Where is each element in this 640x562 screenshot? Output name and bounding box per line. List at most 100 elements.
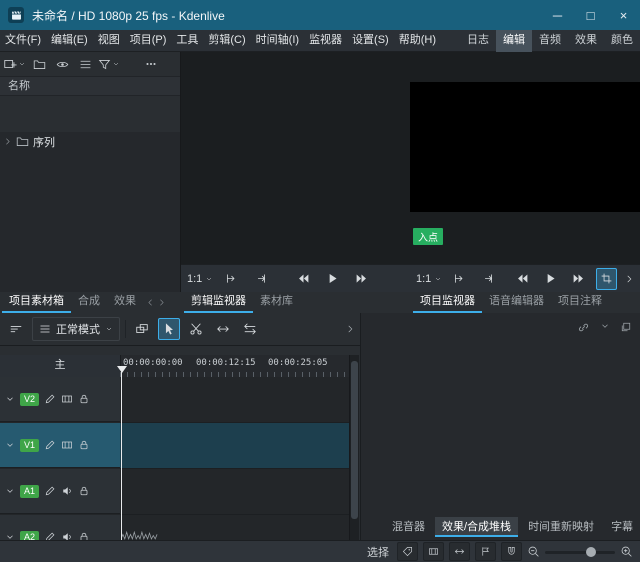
tab-project-monitor[interactable]: 项目监视器	[413, 292, 482, 313]
playhead-marker[interactable]	[117, 366, 127, 373]
toolbar-overflow-button[interactable]	[345, 323, 355, 335]
timeline-zoom-slider[interactable]	[545, 545, 615, 559]
play-button[interactable]	[321, 268, 343, 290]
menu-edit[interactable]: 编辑(E)	[46, 30, 93, 51]
video-thumbnails-icon[interactable]	[61, 393, 73, 405]
workspace-audio[interactable]: 音频	[532, 30, 568, 52]
track-badge[interactable]: V2	[20, 392, 39, 406]
mark-in-button[interactable]	[220, 268, 242, 290]
scroll-left-icon[interactable]	[146, 298, 155, 307]
edit-track-icon[interactable]	[44, 485, 56, 497]
monitor-toolbar-overflow[interactable]	[624, 273, 634, 285]
track-badge[interactable]: A2	[20, 530, 39, 540]
edit-track-icon[interactable]	[44, 439, 56, 451]
timeline-vertical-scrollbar[interactable]	[349, 355, 359, 540]
forward-button[interactable]	[568, 268, 589, 290]
tab-clip-monitor[interactable]: 剪辑监视器	[184, 292, 253, 313]
collapse-chevron-icon[interactable]	[5, 440, 15, 450]
track-lane-v1[interactable]	[120, 423, 349, 469]
show-thumbnails-button[interactable]	[423, 542, 444, 561]
mark-out-button[interactable]	[249, 268, 271, 290]
tab-project-bin[interactable]: 项目素材箱	[2, 292, 71, 313]
collapse-chevron-icon[interactable]	[5, 394, 15, 404]
track-header-v2[interactable]: V2	[0, 377, 120, 422]
tab-project-notes[interactable]: 项目注释	[551, 292, 609, 313]
edit-track-icon[interactable]	[44, 531, 56, 540]
selection-tool-button[interactable]	[158, 318, 180, 340]
track-header-a2[interactable]: A2	[0, 515, 120, 540]
tab-compositions[interactable]: 合成	[71, 292, 107, 313]
video-thumbnails-icon[interactable]	[61, 439, 73, 451]
collapse-chevron-icon[interactable]	[5, 532, 15, 540]
menu-clip[interactable]: 剪辑(C)	[203, 30, 250, 51]
collapse-chevron-icon[interactable]	[5, 486, 15, 496]
slider-thumb[interactable]	[585, 546, 596, 557]
track-lane-a1[interactable]	[120, 469, 349, 515]
workspace-logging[interactable]: 日志	[460, 30, 496, 52]
rewind-button[interactable]	[292, 268, 314, 290]
zoom-out-button[interactable]	[527, 545, 540, 558]
scrollbar-thumb[interactable]	[351, 361, 358, 519]
chevron-down-icon[interactable]	[600, 321, 610, 331]
project-monitor-zoom-select[interactable]: 1:1	[416, 273, 442, 285]
scroll-follow-button[interactable]	[449, 542, 470, 561]
track-lane-v2[interactable]	[120, 377, 349, 423]
menu-file[interactable]: 文件(F)	[0, 30, 46, 51]
timeline-menu-button[interactable]	[5, 318, 27, 340]
tab-time-remap[interactable]: 时间重新映射	[521, 517, 601, 537]
track-header-a1[interactable]: A1	[0, 469, 120, 514]
track-badge[interactable]: A1	[20, 484, 39, 498]
lock-icon[interactable]	[78, 439, 90, 451]
workspace-color[interactable]: 颜色	[604, 30, 640, 52]
track-header-v1[interactable]: V1	[0, 423, 120, 468]
snap-button[interactable]	[501, 542, 522, 561]
bin-overflow-button[interactable]	[141, 54, 161, 74]
maximize-icon[interactable]: □	[574, 0, 607, 30]
mix-tool-button[interactable]	[131, 318, 153, 340]
trim-mode-button[interactable]	[595, 267, 617, 290]
float-panel-icon[interactable]	[620, 321, 632, 333]
show-markers-button[interactable]	[475, 542, 496, 561]
mark-in-button[interactable]	[449, 268, 470, 290]
forward-button[interactable]	[350, 268, 372, 290]
close-icon[interactable]: ×	[607, 0, 640, 30]
link-icon[interactable]	[577, 321, 590, 334]
mark-out-button[interactable]	[477, 268, 498, 290]
edit-mode-select[interactable]: 正常模式	[32, 317, 120, 341]
tab-effects[interactable]: 效果	[107, 292, 143, 313]
tab-effect-stack[interactable]: 效果/合成堆栈	[435, 517, 519, 537]
open-folder-button[interactable]	[29, 54, 49, 74]
menu-settings[interactable]: 设置(S)	[347, 30, 394, 51]
tab-library[interactable]: 素材库	[253, 292, 300, 313]
play-button[interactable]	[540, 268, 561, 290]
lock-icon[interactable]	[78, 393, 90, 405]
tab-mixer[interactable]: 混音器	[385, 517, 432, 537]
workspace-effects[interactable]: 效果	[568, 30, 604, 52]
filter-button[interactable]	[98, 54, 120, 74]
speaker-icon[interactable]	[61, 485, 73, 497]
bin-name-column-header[interactable]: 名称	[0, 76, 180, 96]
add-clip-button[interactable]	[3, 54, 26, 74]
zoom-in-button[interactable]	[620, 545, 633, 558]
workspace-editing[interactable]: 编辑	[496, 29, 532, 52]
bin-item-sequence[interactable]: 序列	[0, 132, 180, 151]
minimize-icon[interactable]: ─	[541, 0, 574, 30]
slip-tool-button[interactable]	[239, 318, 261, 340]
master-track-label[interactable]: 主	[0, 355, 121, 377]
razor-tool-button[interactable]	[185, 318, 207, 340]
spacer-tool-button[interactable]	[212, 318, 234, 340]
tab-speech-editor[interactable]: 语音编辑器	[482, 292, 551, 313]
edit-track-icon[interactable]	[44, 393, 56, 405]
menu-tools[interactable]: 工具	[171, 30, 203, 51]
rewind-button[interactable]	[512, 268, 533, 290]
menu-project[interactable]: 项目(P)	[125, 30, 172, 51]
menu-view[interactable]: 视图	[93, 30, 125, 51]
tag-button[interactable]	[397, 542, 418, 561]
lock-icon[interactable]	[78, 531, 90, 540]
scroll-right-icon[interactable]	[157, 298, 166, 307]
speaker-icon[interactable]	[61, 531, 73, 540]
track-badge[interactable]: V1	[20, 438, 39, 452]
timeline-ruler[interactable]: 主 00:00:00:00 00:00:12:15 00:00:25:05	[0, 355, 349, 378]
menu-timeline[interactable]: 时间轴(I)	[251, 30, 304, 51]
menu-monitor[interactable]: 监视器	[304, 30, 347, 51]
